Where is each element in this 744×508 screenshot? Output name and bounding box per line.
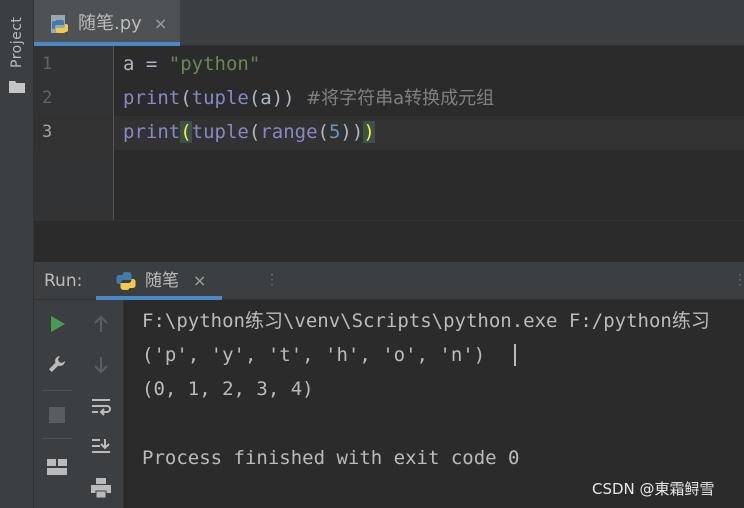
arrow-up-icon — [94, 315, 108, 332]
watermark: CSDN @東霜鲟雪 — [592, 480, 715, 498]
line-number: 3 — [42, 122, 53, 142]
layout-button[interactable] — [42, 452, 72, 482]
scroll-to-end-button[interactable] — [86, 432, 116, 462]
print-button[interactable] — [86, 473, 116, 503]
folder-icon[interactable] — [9, 80, 25, 93]
project-tool-button[interactable]: Project — [6, 12, 28, 72]
run-label: Run: — [44, 271, 83, 291]
code-token-paren: ( — [248, 121, 261, 143]
layout-icon — [47, 459, 67, 475]
separator-dots: ⋮ — [733, 272, 744, 288]
project-tool-stripe — [0, 0, 34, 508]
code-token-string: "python" — [168, 53, 261, 75]
code-line[interactable]: print(tuple(a)) #将字符串a转换成元组 — [123, 81, 494, 116]
line-number: 1 — [42, 54, 53, 74]
code-token-paren: ( — [180, 87, 192, 109]
code-token-number: 5 — [328, 121, 341, 143]
code-token-builtin: print — [123, 87, 181, 109]
print-icon — [91, 478, 111, 499]
code-token-comment: #将字符串a转换成元组 — [306, 88, 495, 109]
code-token-builtin: range — [260, 121, 318, 143]
code-line[interactable]: a = "python" — [123, 47, 260, 81]
soft-wrap-button[interactable] — [86, 392, 116, 422]
stop-button[interactable] — [42, 400, 72, 430]
separator-dots: ⋮ — [265, 272, 279, 288]
console-line: Process finished with exit code 0 — [142, 447, 520, 469]
python-file-icon — [51, 15, 68, 33]
code-token-variable: a = — [123, 53, 169, 75]
console-line: (0, 1, 2, 3, 4) — [142, 378, 314, 400]
console-line: F:\python练习\venv\Scripts\python.exe F:/p… — [142, 310, 710, 332]
wrench-icon — [49, 356, 65, 372]
soft-wrap-icon — [92, 399, 111, 416]
code-token-paren-matched: ( — [180, 121, 192, 143]
toolbar-separator — [42, 390, 72, 391]
toolbar-separator — [42, 438, 72, 439]
close-icon[interactable]: × — [193, 270, 206, 292]
rerun-button[interactable] — [42, 309, 72, 339]
gutter-divider — [113, 46, 114, 220]
scroll-to-end-icon — [92, 439, 110, 453]
code-token-paren-matched: ) — [363, 121, 375, 143]
code-token-builtin: tuple — [191, 121, 249, 143]
python-icon — [116, 272, 136, 291]
editor-empty-area — [34, 220, 744, 262]
arrow-down-icon — [94, 357, 108, 374]
console-line: ('p', 'y', 't', 'h', 'o', 'n') — [142, 344, 486, 366]
console-caret — [514, 344, 516, 366]
previous-occurrence-button[interactable] — [86, 309, 116, 339]
settings-button[interactable] — [42, 349, 72, 379]
code-token-paren: ( — [317, 121, 329, 143]
next-occurrence-button[interactable] — [86, 350, 116, 380]
code-token-builtin: tuple — [191, 87, 249, 109]
code-token-text: (a)) — [248, 87, 307, 109]
stop-icon — [49, 407, 65, 423]
run-tab-name: 随笔 — [145, 271, 179, 291]
code-line[interactable]: print(tuple(range(5))) — [123, 115, 375, 149]
close-icon[interactable]: × — [154, 13, 167, 35]
play-icon — [51, 316, 65, 332]
tab-filename: 随笔.py — [78, 13, 142, 34]
code-token-paren: )) — [340, 121, 364, 143]
line-number: 2 — [42, 88, 53, 108]
code-token-builtin: print — [123, 121, 181, 143]
